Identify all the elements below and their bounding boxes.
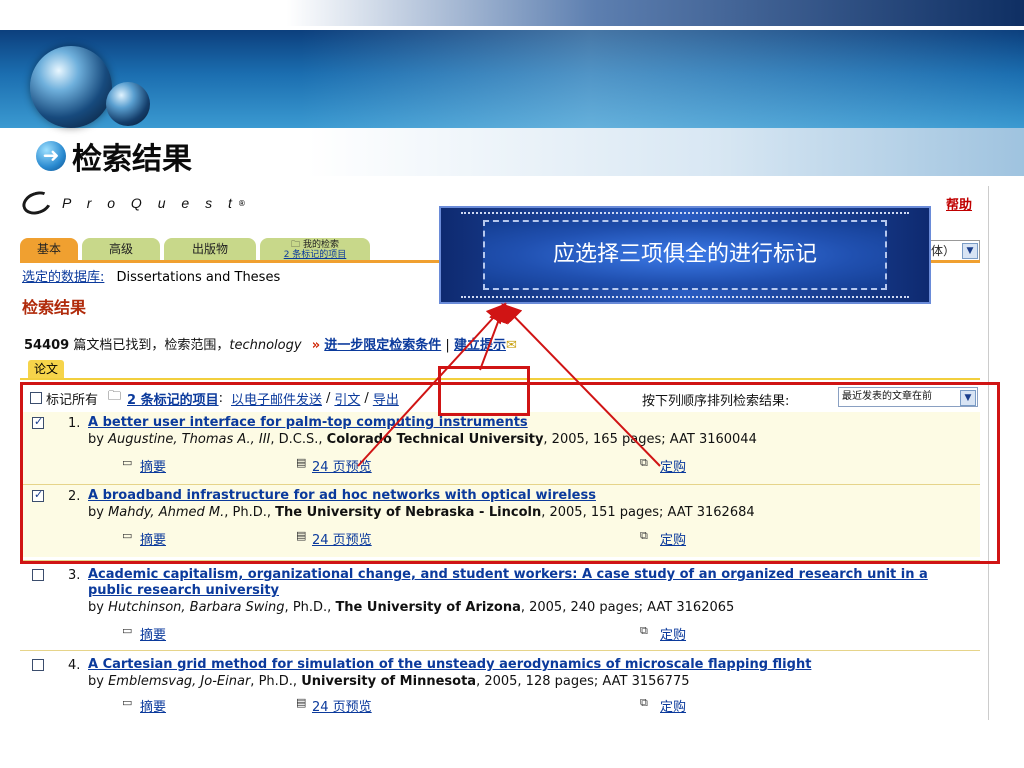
result-4-links: ▭ 摘要 ▤ 24 页预览 ⧉ 定购 — [88, 696, 968, 715]
callout-border-dots — [461, 296, 909, 300]
order-icon: ⧉ — [640, 696, 648, 709]
help-link[interactable]: 帮助 — [946, 194, 972, 213]
result-count-text: 篇文档已找到，检索范围， — [69, 338, 230, 353]
result-4-preview-link[interactable]: 24 页预览 — [312, 696, 372, 715]
result-row-3: 3. Academic capitalism, organizational c… — [20, 564, 980, 648]
results-heading: 检索结果 — [22, 298, 87, 317]
database-select-value: 体） — [931, 244, 956, 258]
globe-small-icon — [106, 82, 150, 126]
folder-icon: 🗀 — [291, 240, 301, 250]
tab-my-search[interactable]: 🗀 我的检索 2 条标记的项目 — [260, 238, 370, 260]
header-banner-shine — [300, 30, 1024, 128]
result-3-details: , 2005, 240 pages; AAT 3162065 — [520, 600, 735, 615]
result-3-author: Hutchinson, Barbara Swing — [108, 600, 285, 615]
order-icon: ⧉ — [640, 624, 648, 637]
result-row-4: 4. A Cartesian grid method for simulatio… — [20, 654, 980, 720]
result-3-degree: Ph.D. — [292, 600, 328, 615]
abstract-icon: ▭ — [122, 624, 133, 637]
preview-icon: ▤ — [296, 696, 307, 709]
top-gradient-bar — [0, 0, 1024, 26]
result-4-author: Emblemsvag, Jo-Einar — [108, 674, 251, 689]
result-3-checkbox[interactable] — [32, 569, 44, 581]
result-4-order-link[interactable]: 定购 — [660, 696, 686, 715]
search-tabs: 基本 高级 出版物 🗀 我的检索 2 条标记的项目 — [20, 238, 374, 260]
callout-border-dots — [461, 212, 909, 216]
refine-search-link[interactable]: 进一步限定检索条件 — [324, 338, 441, 353]
result-count-line: 54409 篇文档已找到，检索范围，technology » 进一步限定检索条件… — [24, 334, 517, 353]
database-select[interactable]: 体） ▼ — [928, 240, 980, 262]
result-3-title[interactable]: Academic capitalism, organizational chan… — [88, 567, 976, 599]
result-3-links: ▭ 摘要 ⧉ 定购 — [88, 624, 968, 643]
globe-large-icon — [30, 46, 112, 128]
separator: | — [445, 338, 450, 353]
arrow-right-circle-icon: ➜ — [36, 141, 66, 171]
database-line: 选定的数据库: Dissertations and Theses — [22, 266, 280, 285]
annotation-callout: 应选择三项俱全的进行标记 — [439, 206, 931, 304]
dissertation-tag[interactable]: 论文 — [28, 360, 65, 378]
envelope-icon: ✉ — [505, 338, 517, 353]
result-3-number: 3. — [68, 568, 81, 583]
tab-advanced[interactable]: 高级 — [82, 238, 160, 260]
slide-title: ➜ 检索结果 — [36, 136, 192, 177]
result-count: 54409 — [24, 338, 70, 353]
result-3-school: The University of Arizona — [335, 600, 521, 615]
database-link[interactable]: 选定的数据库: — [22, 270, 104, 285]
result-4-number: 4. — [68, 658, 81, 673]
tab-my-search-marked: 2 条标记的项目 — [283, 250, 347, 260]
create-alert-link[interactable]: 建立提示 — [454, 338, 506, 353]
chevron-down-icon[interactable]: ▼ — [962, 243, 978, 259]
registered-mark: ® — [237, 198, 246, 208]
refine-arrow-icon: » — [311, 338, 321, 353]
result-4-school: University of Minnesota — [301, 674, 477, 689]
result-4-byline: by Emblemsvag, Jo-Einar, Ph.D., Universi… — [88, 674, 690, 689]
result-4-checkbox[interactable] — [32, 659, 44, 671]
abstract-icon: ▭ — [122, 696, 133, 709]
result-4-degree: Ph.D. — [258, 674, 293, 689]
slide-title-text: 检索结果 — [72, 142, 192, 177]
callout-text: 应选择三项俱全的进行标记 — [483, 220, 887, 290]
result-4-details: , 2005, 128 pages; AAT 3156775 — [476, 674, 690, 689]
tab-my-search-label: 🗀 我的检索 — [260, 240, 370, 250]
export-highlight — [438, 366, 530, 416]
result-4-abstract-link[interactable]: 摘要 — [140, 696, 166, 715]
proquest-logo[interactable]: P r o Q u e s t ® — [20, 187, 246, 219]
row-separator — [20, 650, 980, 651]
tab-basic[interactable]: 基本 — [20, 238, 78, 260]
tab-publications[interactable]: 出版物 — [164, 238, 256, 260]
result-3-order-link[interactable]: 定购 — [660, 624, 686, 643]
slide: ➜ 检索结果 P r o Q u e s t ® 帮助 基本 高级 出版物 🗀 我… — [0, 0, 1024, 768]
search-term: technology — [229, 338, 302, 353]
result-3-abstract-link[interactable]: 摘要 — [140, 624, 166, 643]
result-4-title[interactable]: A Cartesian grid method for simulation o… — [88, 657, 976, 673]
proquest-q-icon — [20, 187, 55, 219]
proquest-logo-text: P r o Q u e s t — [62, 195, 238, 211]
result-3-byline: by Hutchinson, Barbara Swing, Ph.D., The… — [88, 600, 735, 615]
tab-my-search-top: 我的检索 — [302, 240, 339, 250]
database-name: Dissertations and Theses — [116, 270, 281, 285]
